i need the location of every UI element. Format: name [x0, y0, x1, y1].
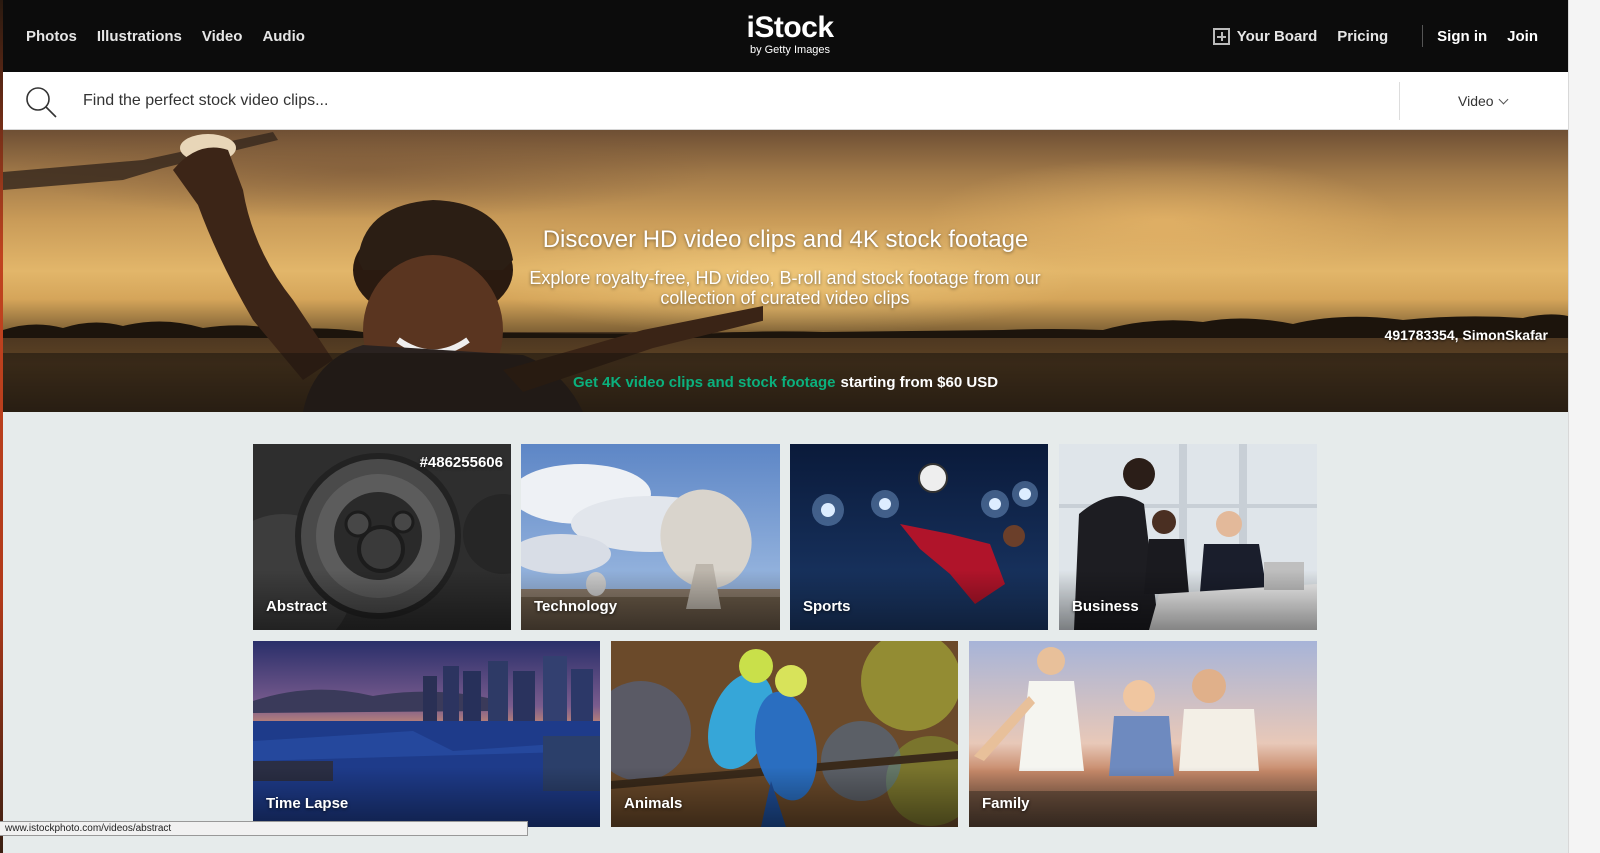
pricing-banner: Get 4K video clips and stock footage sta… [3, 353, 1568, 412]
category-tile-business[interactable]: Business [1059, 444, 1317, 630]
category-tile-time-lapse[interactable]: Time Lapse [253, 641, 600, 827]
hero-subtitle: Explore royalty-free, HD video, B-roll a… [529, 268, 1041, 308]
tile-label: Family [982, 795, 1030, 812]
window-edge [0, 0, 3, 853]
tile-label: Business [1072, 598, 1139, 615]
board-plus-icon [1212, 27, 1230, 45]
nav-video[interactable]: Video [202, 28, 243, 45]
logo-tagline: by Getty Images [749, 44, 831, 56]
join-link[interactable]: Join [1507, 28, 1538, 45]
search-icon[interactable] [25, 86, 57, 118]
tile-label: Technology [534, 598, 618, 615]
media-type-value: Video [1458, 93, 1494, 109]
sign-in-link[interactable]: Sign in [1437, 28, 1487, 45]
chevron-down-icon [1498, 94, 1509, 104]
tile-label: Sports [803, 598, 851, 615]
search-bar: Video [3, 72, 1568, 130]
category-tile-sports[interactable]: Sports [790, 444, 1048, 630]
media-type-select[interactable]: Video [1458, 72, 1509, 130]
top-nav: Photos Illustrations Video Audio iStock … [3, 0, 1568, 72]
hero-image-credit: 491783354, SimonSkafar [1384, 327, 1548, 343]
nav-photos[interactable]: Photos [26, 28, 77, 45]
hero-title: Discover HD video clips and 4K stock foo… [542, 226, 1029, 253]
tile-label: Animals [624, 795, 683, 812]
your-board-link[interactable]: Your Board [1212, 27, 1318, 45]
nav-divider [1422, 25, 1424, 47]
category-tile-animals[interactable]: Animals [611, 641, 958, 827]
account-nav: Your Board Pricing Sign in Join [1212, 0, 1538, 72]
media-type-nav: Photos Illustrations Video Audio [26, 0, 305, 72]
hero-banner: Discover HD video clips and 4K stock foo… [3, 130, 1568, 412]
logo-wordmark: iStock [746, 11, 834, 44]
your-board-label: Your Board [1236, 27, 1318, 45]
tile-label: Abstract [266, 598, 327, 615]
nav-illustrations[interactable]: Illustrations [97, 28, 182, 45]
scrollbar-track[interactable] [1568, 0, 1600, 853]
istock-logo[interactable]: iStock by Getty Images [740, 11, 840, 57]
nav-audio[interactable]: Audio [262, 28, 305, 45]
search-divider [1399, 82, 1400, 120]
pricing-banner-text: starting from $60 USD [840, 374, 999, 391]
tile-label: Time Lapse [266, 795, 349, 812]
4k-footage-link[interactable]: Get 4K video clips and stock footage [573, 374, 836, 391]
search-input[interactable] [83, 84, 1383, 118]
category-tile-abstract[interactable]: #486255606 Abstract [253, 444, 511, 630]
pricing-link[interactable]: Pricing [1337, 28, 1388, 45]
category-tile-technology[interactable]: Technology [521, 444, 780, 630]
category-tile-family[interactable]: Family [969, 641, 1317, 827]
tile-asset-id: #486255606 [419, 454, 503, 471]
browser-status-url: www.istockphoto.com/videos/abstract [0, 821, 528, 836]
